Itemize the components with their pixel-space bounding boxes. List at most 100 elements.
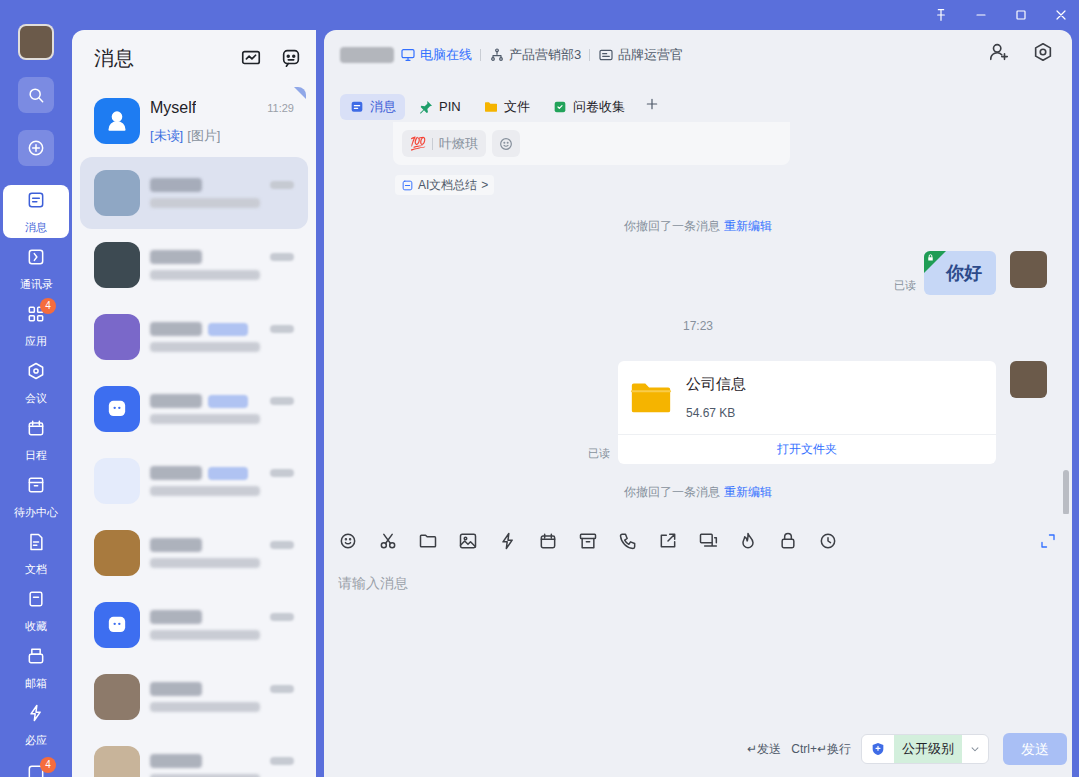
conversation-row[interactable] — [80, 445, 308, 517]
toolbar-button[interactable] — [778, 531, 798, 551]
chat-tab[interactable]: 文件 — [474, 94, 539, 120]
conversation-row[interactable]: Myself11:29[未读][图片] — [80, 85, 308, 157]
chat-tabs: 消息PIN文件问卷收集 — [324, 92, 1072, 122]
message-input[interactable] — [338, 573, 1058, 673]
expand-icon — [1039, 532, 1057, 550]
toolbar-button[interactable] — [658, 531, 678, 551]
smile-icon — [498, 136, 514, 152]
sender-avatar[interactable] — [1010, 361, 1047, 398]
open-folder-button[interactable]: 打开文件夹 — [618, 434, 996, 464]
toolbar-button[interactable] — [738, 531, 758, 551]
conversation-row[interactable] — [80, 733, 308, 777]
folder-icon — [628, 373, 674, 422]
chat-tab[interactable]: PIN — [409, 94, 470, 120]
send-button[interactable]: 发送 — [1003, 733, 1067, 765]
toolbar-button[interactable] — [698, 531, 718, 551]
conversation-row[interactable] — [80, 301, 308, 373]
lock-corner — [924, 251, 946, 273]
mail-icon — [26, 646, 46, 666]
emoji-icon — [338, 531, 358, 551]
message-row: 已读你好 — [324, 251, 1072, 295]
window-control[interactable] — [1013, 7, 1029, 23]
nav-item[interactable]: 会议 — [3, 356, 69, 409]
add-member-button[interactable] — [988, 41, 1010, 70]
toolbar-button[interactable] — [338, 531, 358, 551]
conversation-top — [150, 682, 294, 696]
conversation-row[interactable] — [80, 589, 308, 661]
re-edit-link[interactable]: 重新编辑 — [724, 219, 772, 233]
nav-label: 日程 — [25, 448, 47, 462]
settings-button[interactable] — [1032, 41, 1054, 70]
chat-tab[interactable]: 问卷收集 — [543, 94, 634, 120]
toolbar-button[interactable] — [578, 531, 598, 551]
nav-item[interactable]: 必应 — [3, 698, 69, 751]
conversation-row[interactable] — [80, 157, 308, 229]
toolbar-button[interactable] — [618, 531, 638, 551]
title-bar — [72, 0, 1079, 30]
toolbar-button[interactable] — [538, 531, 558, 551]
recall-notice: 你撤回了一条消息重新编辑 — [324, 217, 1072, 235]
nav-item[interactable]: 4 — [3, 755, 69, 777]
conversation-row[interactable] — [80, 661, 308, 733]
plus-icon — [26, 138, 46, 158]
divider — [589, 49, 590, 61]
close-icon — [1053, 7, 1069, 23]
nav-item[interactable]: 文档 — [3, 527, 69, 580]
reaction-pill[interactable]: 💯叶燎琪 — [402, 130, 486, 157]
toolbar-button[interactable] — [378, 531, 398, 551]
nav-item[interactable]: 邮箱 — [3, 641, 69, 694]
blurred-preview — [150, 486, 260, 496]
nav-item[interactable]: 收藏 — [3, 584, 69, 637]
nav-icon-wrap — [26, 361, 46, 388]
security-level-select[interactable]: 公开级别 — [861, 734, 989, 764]
file-card[interactable]: 公司信息54.67 KB 打开文件夹 — [618, 361, 996, 464]
conversation-name-blurred — [150, 250, 202, 264]
file-meta: 公司信息54.67 KB — [686, 373, 746, 422]
window-control[interactable] — [933, 7, 949, 23]
toolbar-button[interactable] — [458, 531, 478, 551]
nav-item[interactable]: 消息 — [3, 185, 69, 238]
toolbar-button[interactable] — [498, 531, 518, 551]
conversation-text — [150, 322, 294, 352]
chat-tab[interactable]: 消息 — [340, 94, 405, 120]
user-avatar[interactable] — [18, 24, 54, 60]
conversation-top — [150, 610, 294, 624]
read-receipt: 已读 — [588, 445, 610, 464]
lock-icon — [778, 531, 798, 551]
scrollbar[interactable] — [1063, 470, 1069, 514]
nav-item[interactable]: 通讯录 — [3, 242, 69, 295]
conversation-row[interactable] — [80, 229, 308, 301]
add-tab-button[interactable] — [644, 95, 660, 119]
add-reaction-button[interactable] — [492, 130, 520, 157]
nav-icon-wrap — [26, 703, 46, 730]
conversation-row[interactable] — [80, 517, 308, 589]
re-edit-link[interactable]: 重新编辑 — [724, 485, 772, 499]
window-control[interactable] — [1053, 7, 1069, 23]
blurred-name — [150, 322, 202, 336]
message: 已读你好 — [324, 251, 1072, 295]
search-button[interactable] — [18, 77, 54, 113]
ai-summary-button[interactable]: AI文档总结> — [395, 175, 494, 195]
send-hint: ↵发送 — [747, 740, 781, 758]
expand-button[interactable] — [1038, 531, 1058, 551]
plus-icon — [26, 138, 46, 158]
archive-icon — [578, 531, 598, 551]
toolbar-button[interactable] — [418, 531, 438, 551]
nav-item[interactable]: 日程 — [3, 413, 69, 466]
conversation-text — [150, 538, 294, 568]
nav-item[interactable]: 4应用 — [3, 299, 69, 352]
toolbar-button[interactable] — [818, 531, 838, 551]
window-control[interactable] — [973, 7, 989, 23]
conversation-text — [150, 754, 294, 777]
maximize-icon — [1013, 7, 1029, 23]
blurred-tag — [208, 323, 248, 336]
create-button[interactable] — [18, 130, 54, 166]
nav-item[interactable]: 待办中心 — [3, 470, 69, 523]
close-icon — [1053, 7, 1069, 23]
conversation-bottom — [150, 270, 294, 280]
list-actions — [240, 47, 302, 69]
sender-avatar[interactable] — [1010, 251, 1047, 288]
conversation-row[interactable] — [80, 373, 308, 445]
nav-label: 待办中心 — [14, 505, 58, 519]
conversation-list: 消息Myself11:29[未读][图片] — [72, 30, 316, 777]
